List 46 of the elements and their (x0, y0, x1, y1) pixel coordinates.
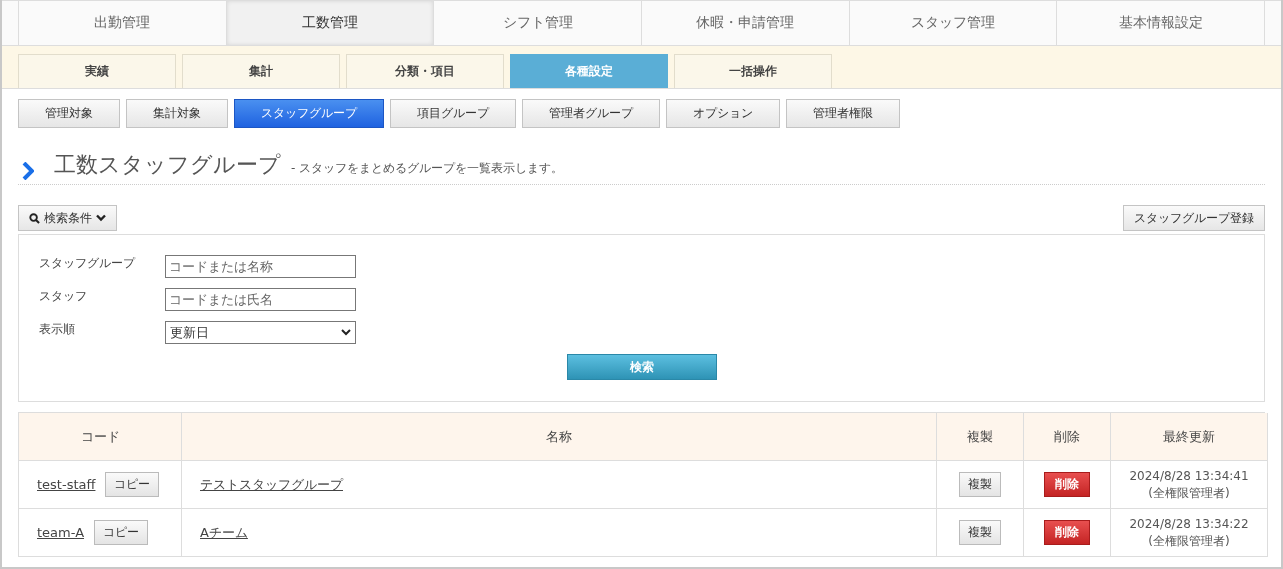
chevron-down-icon (96, 214, 106, 222)
sub-tab[interactable]: 集計 (182, 54, 340, 88)
name-link[interactable]: Aチーム (200, 523, 248, 542)
sub-tab[interactable]: 一括操作 (674, 54, 832, 88)
delete-button[interactable]: 削除 (1044, 472, 1090, 497)
text-field[interactable]: コードまたは氏名 (165, 288, 356, 311)
field-label: スタッフ (39, 288, 88, 305)
duplicate-button[interactable]: 複製 (959, 520, 1001, 545)
column-header: 削除 (1024, 413, 1111, 461)
updated-by: (全権限管理者) (1148, 484, 1230, 502)
settings-tab[interactable]: 管理対象 (18, 99, 120, 128)
chevron-icon (22, 162, 34, 180)
main-tab[interactable]: 工数管理 (225, 1, 434, 45)
code-link[interactable]: team-A (37, 525, 85, 540)
chevron-down-icon (341, 329, 351, 336)
settings-tab[interactable]: スタッフグループ (234, 99, 384, 128)
column-header: 名称 (182, 413, 937, 461)
duplicate-button[interactable]: 複製 (959, 472, 1001, 497)
select-field[interactable]: 更新日 (165, 321, 356, 344)
updated-by: (全権限管理者) (1148, 532, 1230, 550)
column-header: コード (19, 413, 182, 461)
settings-tab[interactable]: オプション (666, 99, 780, 128)
settings-tab[interactable]: 項目グループ (390, 99, 516, 128)
column-header: 最終更新 (1111, 413, 1268, 461)
search-conditions-toggle[interactable]: 検索条件 (18, 205, 117, 231)
copy-button[interactable]: コピー (105, 472, 160, 497)
updated-time: 2024/8/28 13:34:41 (1129, 467, 1249, 485)
column-header: 複製 (937, 413, 1024, 461)
page-title: 工数スタッフグループ (54, 151, 281, 179)
name-link[interactable]: テストスタッフグループ (200, 475, 343, 494)
main-tab[interactable]: 基本情報設定 (1056, 1, 1266, 45)
sub-tab[interactable]: 実績 (18, 54, 176, 88)
settings-tab[interactable]: 管理者権限 (786, 99, 900, 128)
copy-button[interactable]: コピー (94, 520, 149, 545)
field-label: スタッフグループ (39, 255, 137, 272)
field-label: 表示順 (39, 321, 76, 338)
register-button[interactable]: スタッフグループ登録 (1123, 205, 1265, 231)
settings-tab[interactable]: 集計対象 (126, 99, 228, 128)
delete-button[interactable]: 削除 (1044, 520, 1090, 545)
code-link[interactable]: test-staff (37, 477, 96, 492)
page-description: - スタッフをまとめるグループを一覧表示します。 (291, 160, 564, 177)
settings-tab[interactable]: 管理者グループ (522, 99, 660, 128)
text-field[interactable]: コードまたは名称 (165, 255, 356, 278)
sub-tab[interactable]: 分類・項目 (346, 54, 504, 88)
search-icon (29, 212, 40, 224)
updated-time: 2024/8/28 13:34:22 (1129, 515, 1249, 533)
